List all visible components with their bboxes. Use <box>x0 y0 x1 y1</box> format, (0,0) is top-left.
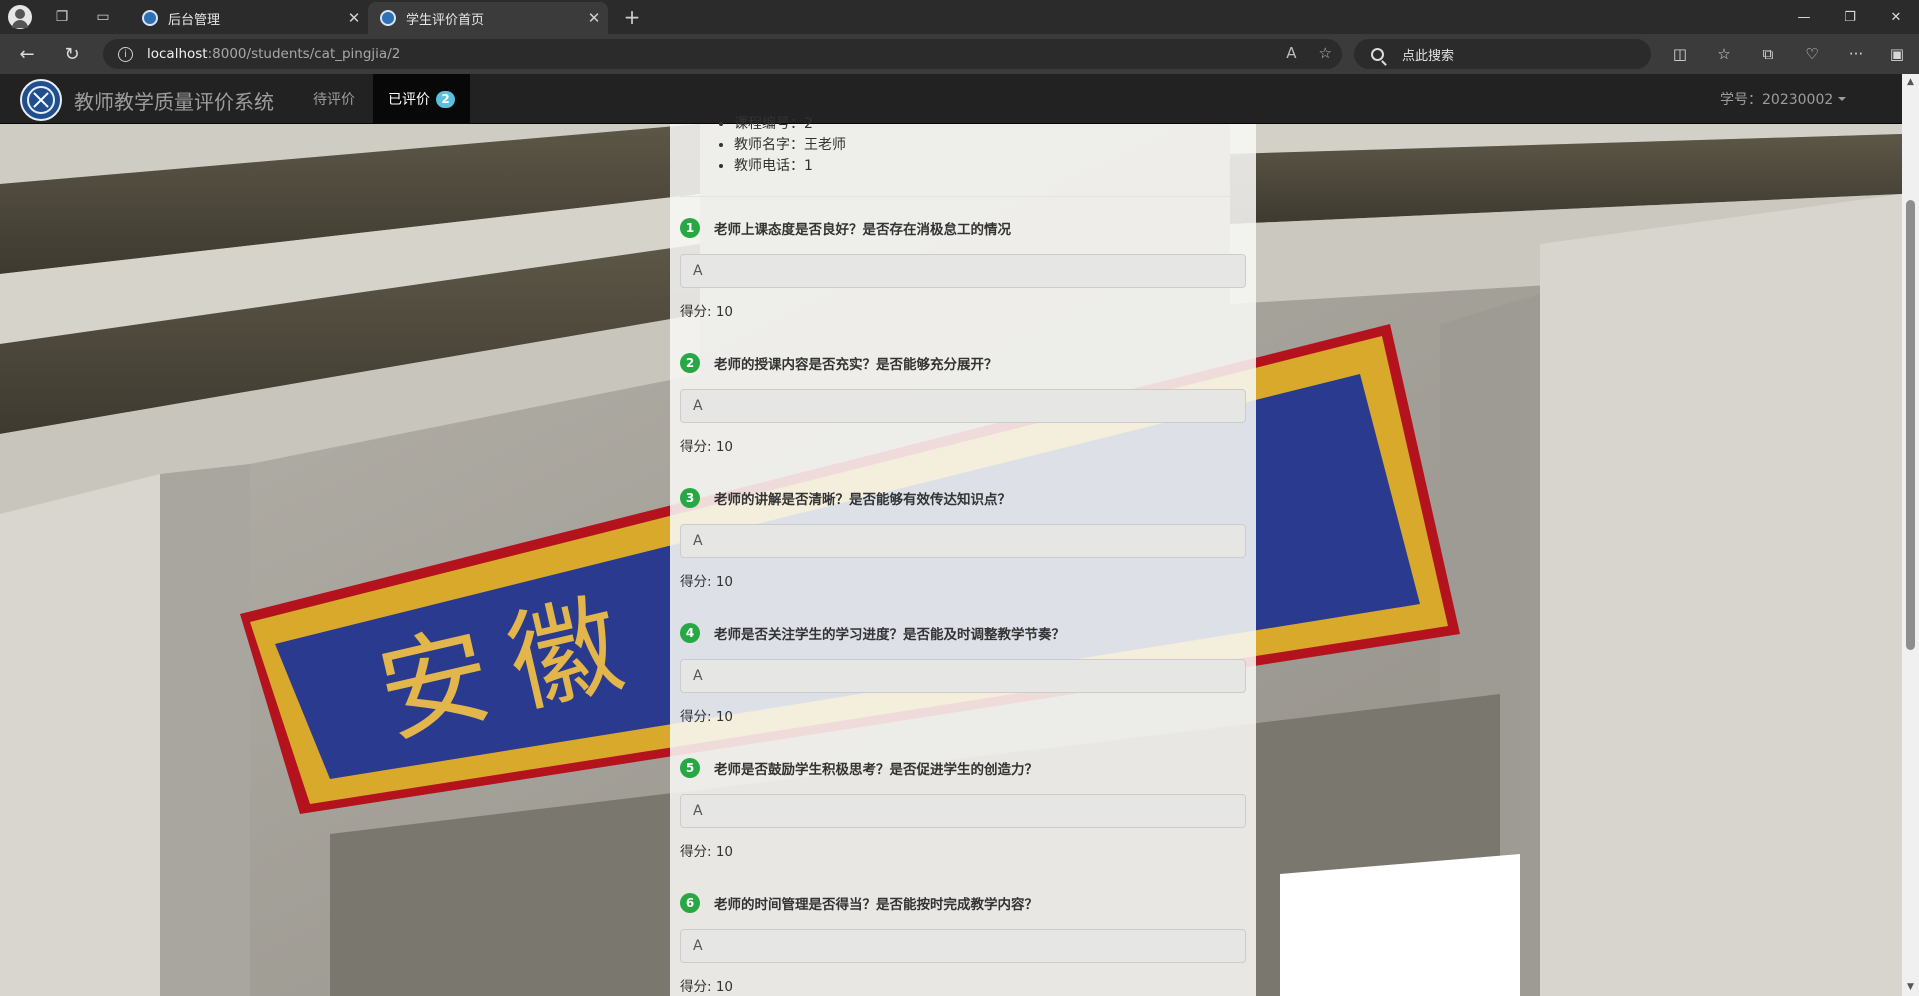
url-host: localhost <box>147 46 208 62</box>
user-dropdown[interactable]: 学号：20230002 <box>1720 74 1847 124</box>
back-icon[interactable]: ← <box>14 42 40 66</box>
browser-tab-bar: ❐ ▭ 后台管理 ✕ 学生评价首页 ✕ + — ❐ ✕ <box>0 0 1919 34</box>
question-number-badge: 6 <box>680 893 700 913</box>
browser-toolbar: ← ↻ i localhost:8000/students/cat_pingji… <box>0 34 1919 74</box>
question-text: 老师的授课内容是否充实？是否能够充分展开？ <box>714 357 998 373</box>
answer-field[interactable]: A <box>680 389 1246 423</box>
address-bar[interactable]: i localhost:8000/students/cat_pingjia/2 … <box>103 39 1342 69</box>
search-box[interactable]: 点此搜索 <box>1354 39 1651 69</box>
question-text: 老师是否鼓励学生积极思考？是否促进学生的创造力？ <box>714 762 1038 778</box>
nav-pending-evaluations[interactable]: 待评价 <box>298 74 370 124</box>
app-navbar: 教师教学质量评价系统 待评价 已评价 2 学号：20230002 <box>0 74 1902 124</box>
teacher-phone-item: 教师电话：1 <box>734 156 846 177</box>
score-label: 得分: 10 <box>680 709 734 725</box>
answer-field[interactable]: A <box>680 659 1246 693</box>
score-label: 得分: 10 <box>680 979 734 995</box>
question-text: 老师的讲解是否清晰？是否能够有效传达知识点？ <box>714 492 1011 508</box>
score-label: 得分: 10 <box>680 304 734 320</box>
question-number-badge: 1 <box>680 218 700 238</box>
question-text: 老师是否关注学生的学习进度？是否能及时调整教学节奏？ <box>714 627 1065 643</box>
university-logo[interactable] <box>20 79 62 121</box>
scroll-down-icon[interactable]: ▼ <box>1906 983 1915 992</box>
workspaces-icon[interactable]: ❐ <box>50 5 74 29</box>
page-scrollbar[interactable]: ▲ ▼ <box>1902 74 1919 996</box>
tab-student-home[interactable]: 学生评价首页 ✕ <box>368 2 608 34</box>
site-favicon-icon <box>142 10 158 26</box>
site-info-icon[interactable]: i <box>118 46 133 62</box>
url-path: :8000/students/cat_pingjia/2 <box>207 46 401 62</box>
search-icon <box>1371 47 1384 61</box>
score-label: 得分: 10 <box>680 574 734 590</box>
scrollbar-thumb[interactable] <box>1906 200 1915 650</box>
answer-field[interactable]: A <box>680 254 1246 288</box>
profile-icon[interactable] <box>8 5 32 29</box>
course-id-item: 课程编号：2 <box>734 114 846 135</box>
tab-admin[interactable]: 后台管理 ✕ <box>130 2 368 34</box>
teacher-name-item: 教师名字：王老师 <box>734 135 846 156</box>
question-item: 1 老师上课态度是否良好？是否存在消极怠工的情况 A 得分: 10 <box>680 218 1246 320</box>
question-number-badge: 3 <box>680 488 700 508</box>
question-item: 4 老师是否关注学生的学习进度？是否能及时调整教学节奏？ A 得分: 10 <box>680 623 1246 725</box>
question-item: 6 老师的时间管理是否得当？是否能按时完成教学内容？ A 得分: 10 <box>680 893 1246 995</box>
sidebar-toggle-icon[interactable]: ▣ <box>1886 43 1908 65</box>
score-label: 得分: 10 <box>680 844 734 860</box>
browser-essentials-icon[interactable]: ♡ <box>1801 43 1823 65</box>
caret-down-icon <box>1838 97 1847 101</box>
more-menu-icon[interactable]: ··· <box>1845 43 1867 65</box>
nav-pending-label: 待评价 <box>313 92 355 108</box>
question-number-badge: 4 <box>680 623 700 643</box>
student-id-label: 学号：20230002 <box>1720 92 1834 108</box>
nav-completed-evaluations[interactable]: 已评价 2 <box>373 74 470 124</box>
completed-count-badge: 2 <box>436 90 455 108</box>
question-item: 5 老师是否鼓励学生积极思考？是否促进学生的创造力？ A 得分: 10 <box>680 758 1246 860</box>
score-label: 得分: 10 <box>680 439 734 455</box>
favorites-icon[interactable]: ☆ <box>1713 43 1735 65</box>
new-tab-icon[interactable]: + <box>620 5 644 29</box>
divider <box>680 196 1246 197</box>
refresh-icon[interactable]: ↻ <box>59 42 85 66</box>
collections-icon[interactable]: ⧉ <box>1757 43 1779 65</box>
answer-field[interactable]: A <box>680 794 1246 828</box>
favorite-star-icon[interactable]: ☆ <box>1319 44 1332 62</box>
question-text: 老师上课态度是否良好？是否存在消极怠工的情况 <box>714 222 1011 238</box>
answer-field[interactable]: A <box>680 524 1246 558</box>
question-item: 2 老师的授课内容是否充实？是否能够充分展开？ A 得分: 10 <box>680 353 1246 455</box>
close-tab-icon[interactable]: ✕ <box>580 9 608 27</box>
answer-field[interactable]: A <box>680 929 1246 963</box>
question-number-badge: 2 <box>680 353 700 373</box>
tab-title: 学生评价首页 <box>406 12 485 28</box>
question-text: 老师的时间管理是否得当？是否能按时完成教学内容？ <box>714 897 1038 913</box>
minimize-icon[interactable]: — <box>1781 0 1827 34</box>
question-item: 3 老师的讲解是否清晰？是否能够有效传达知识点？ A 得分: 10 <box>680 488 1246 590</box>
read-aloud-icon[interactable]: A <box>1286 44 1296 62</box>
close-tab-icon[interactable]: ✕ <box>340 9 368 27</box>
tab-actions-icon[interactable]: ▭ <box>91 5 115 29</box>
site-favicon-icon <box>380 10 396 26</box>
question-number-badge: 5 <box>680 758 700 778</box>
window-close-icon[interactable]: ✕ <box>1873 0 1919 34</box>
app-brand[interactable]: 教师教学质量评价系统 <box>74 86 274 115</box>
split-screen-icon[interactable]: ◫ <box>1669 43 1691 65</box>
search-placeholder: 点此搜索 <box>1402 48 1455 64</box>
restore-icon[interactable]: ❐ <box>1827 0 1873 34</box>
scroll-up-icon[interactable]: ▲ <box>1906 78 1915 87</box>
nav-done-label: 已评价 <box>388 92 430 108</box>
evaluation-panel: 课程编号：2 教师名字：王老师 教师电话：1 1 老师上课态度是否良好？是否存在… <box>670 116 1256 996</box>
teacher-info-list: 课程编号：2 教师名字：王老师 教师电话：1 <box>734 114 846 177</box>
tab-title: 后台管理 <box>168 12 221 28</box>
